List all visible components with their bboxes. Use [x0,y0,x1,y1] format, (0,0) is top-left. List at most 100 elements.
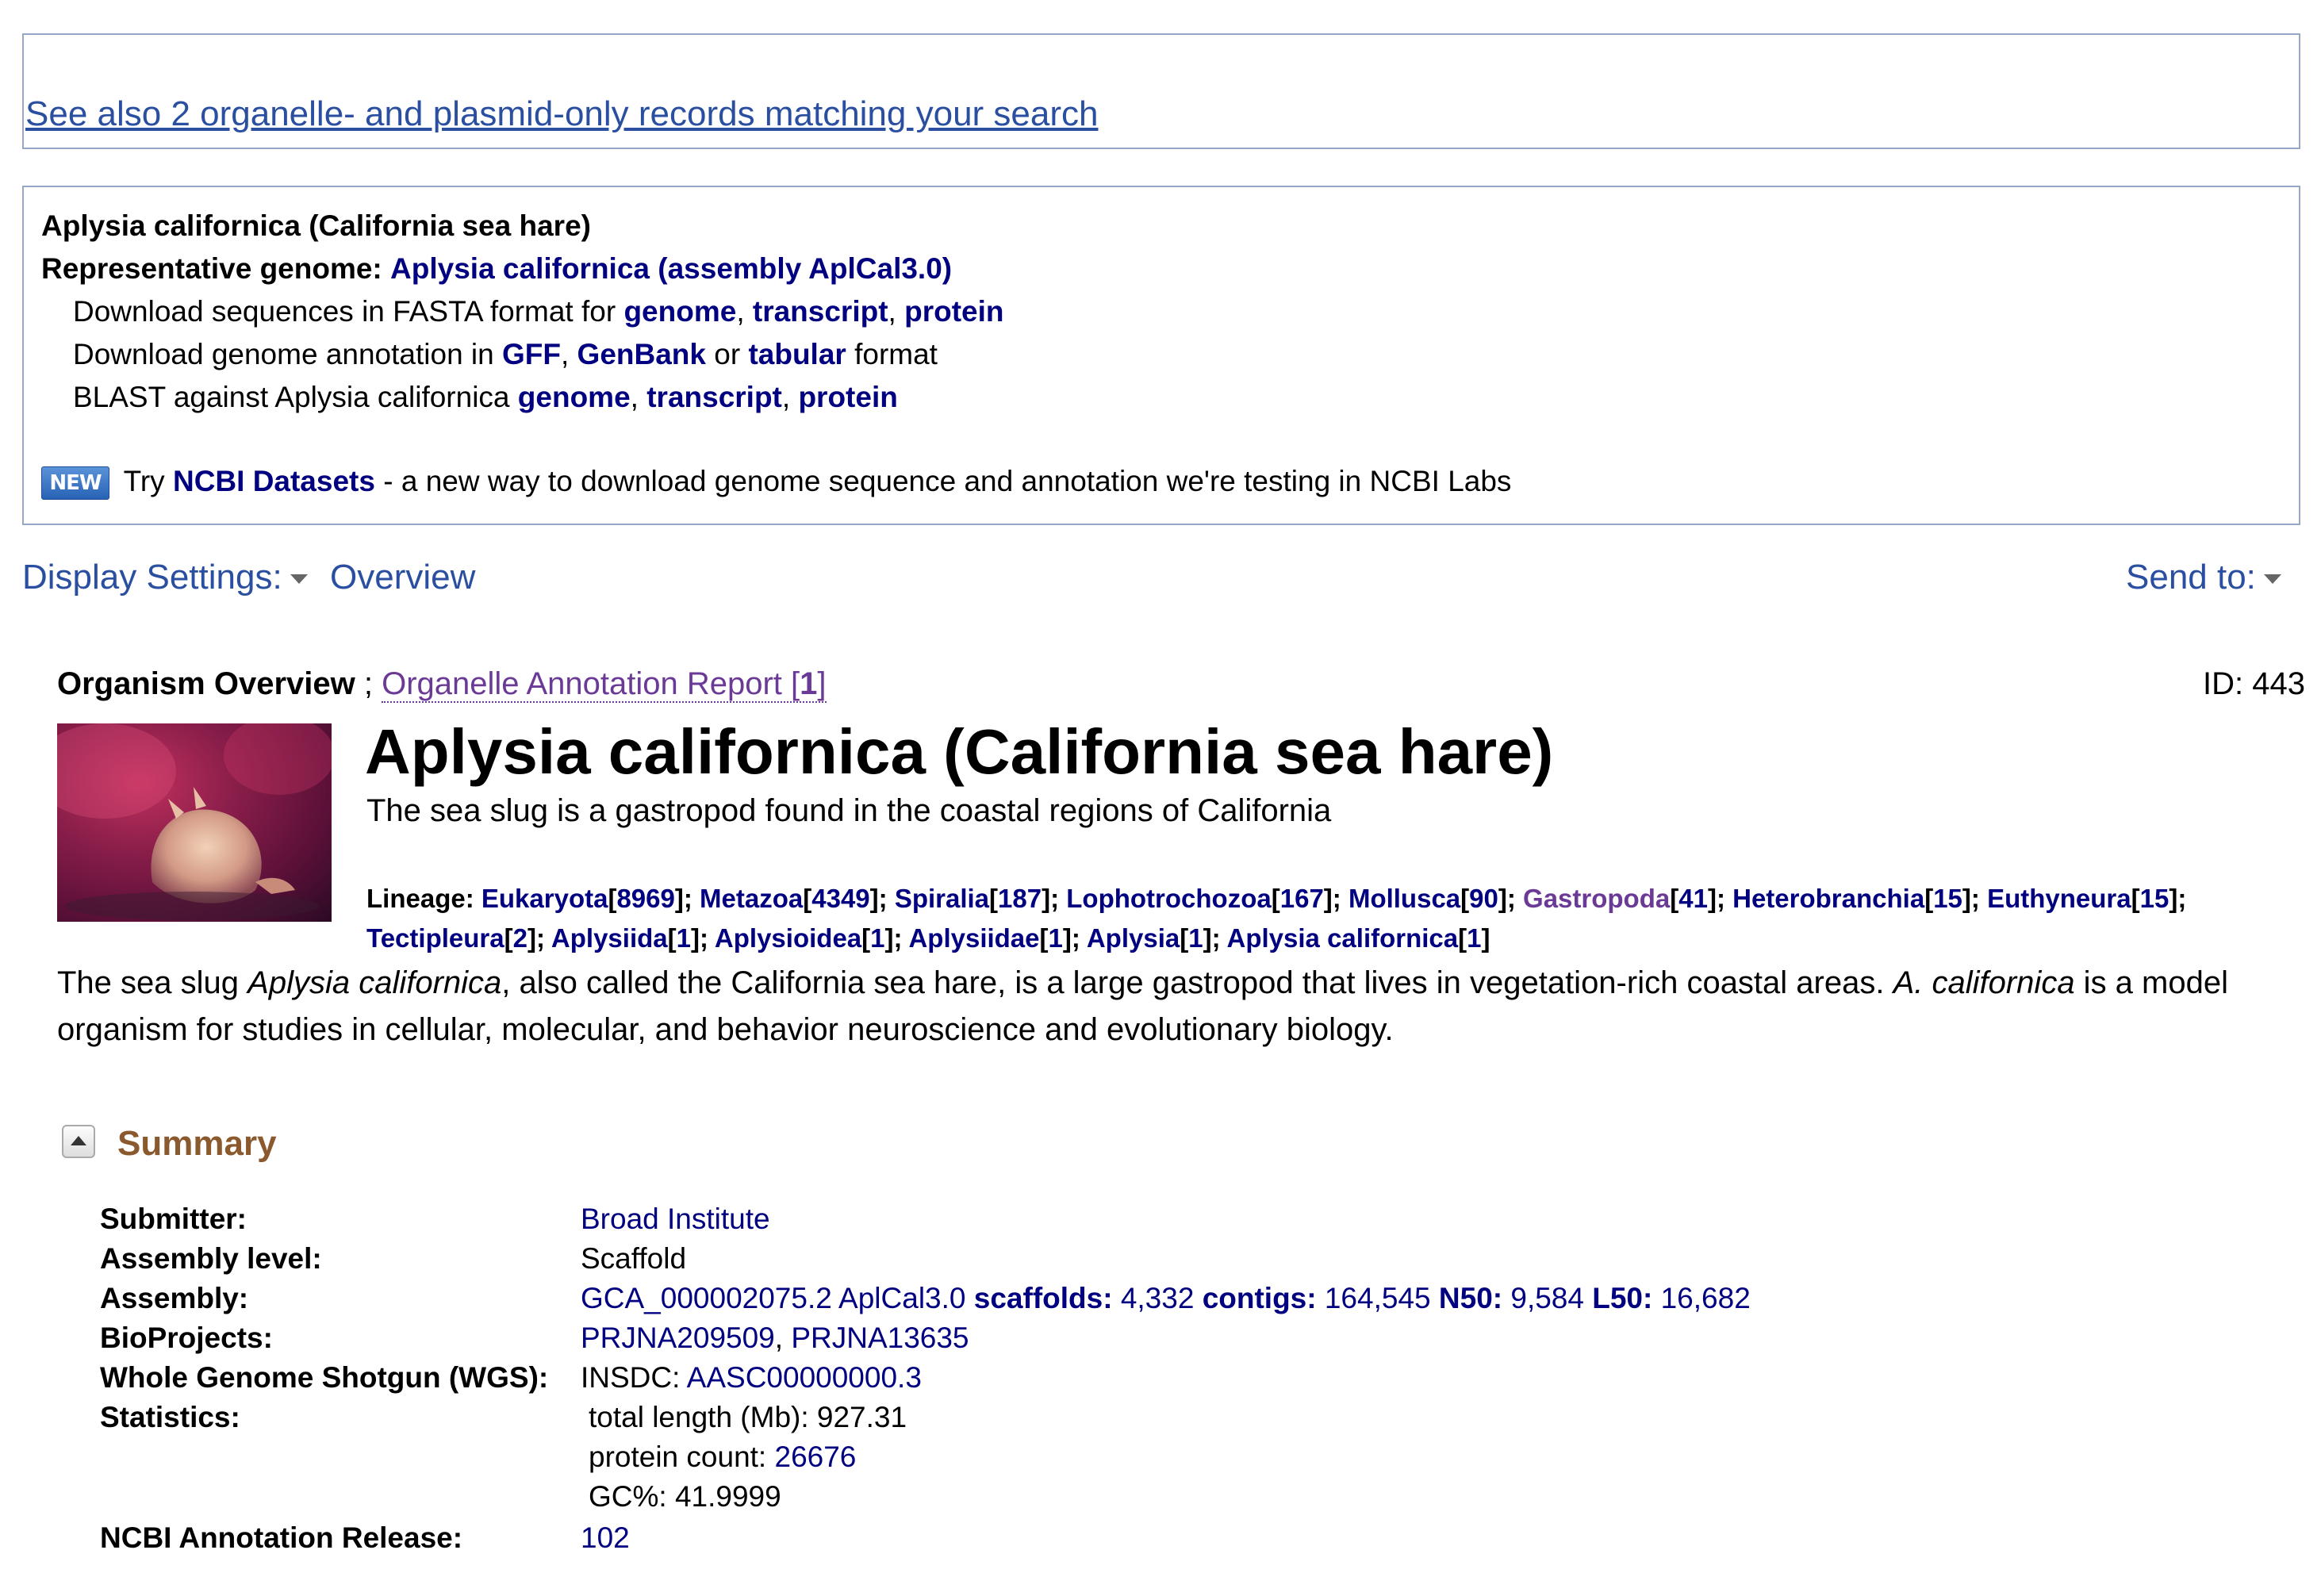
blast-prefix: BLAST against Aplysia californica [73,381,510,413]
lineage-list: Eukaryota[8969]; Metazoa[4349]; Spiralia… [366,884,2187,953]
lineage-link[interactable]: Aplysioidea [715,923,861,953]
wgs-key: Whole Genome Shotgun (WGS): [100,1361,549,1394]
rep-genome-label: Representative genome: [41,252,382,285]
n50-key: N50: [1438,1282,1503,1314]
lineage-count[interactable]: 167 [1280,884,1324,913]
blast-line: BLAST against Aplysia californica genome… [73,381,898,413]
organism-photo [57,723,332,922]
lineage-count[interactable]: 2 [513,923,528,953]
lineage-count[interactable]: 15 [2140,884,2169,913]
l50-key: L50: [1592,1282,1653,1314]
contigs-key: contigs: [1202,1282,1317,1314]
lineage-link[interactable]: Euthyneura [1987,884,2131,913]
fasta-line: Download sequences in FASTA format for g… [73,295,1004,328]
annot-genbank-link[interactable]: GenBank [577,338,706,370]
bioproject-link-1[interactable]: PRJNA209509 [581,1322,775,1354]
annot-gff-link[interactable]: GFF [502,338,561,370]
send-to-label: Send to: [2126,558,2256,597]
send-to-menu[interactable]: Send to: [2126,560,2281,595]
desc-species-abbrev: A. californica [1893,965,2075,1000]
lineage-link[interactable]: Metazoa [700,884,803,913]
lineage-count[interactable]: 187 [998,884,1042,913]
rep-genome-line: Representative genome: Aplysia californi… [41,254,952,283]
lineage-count[interactable]: 41 [1678,884,1708,913]
blast-genome-link[interactable]: genome [518,381,631,413]
lineage-count[interactable]: 1 [677,923,691,953]
annotation-release-link[interactable]: 102 [581,1523,630,1552]
assembly-level-key: Assembly level: [100,1242,322,1275]
annotation-release-key: NCBI Annotation Release: [100,1521,463,1554]
annot-line: Download genome annotation in GFF, GenBa… [73,338,938,370]
display-settings-label: Display Settings: [22,558,282,597]
total-length: total length (Mb): 927.31 [589,1401,907,1433]
lineage-link[interactable]: Heterobranchia [1732,884,1924,913]
lineage-count[interactable]: 1 [1467,923,1481,953]
ncbi-datasets-link[interactable]: NCBI Datasets [173,465,375,497]
tab-organism-overview: Organism Overview [57,666,355,701]
chevron-down-icon [2263,574,2281,585]
record-id: ID: 443 [2203,666,2305,701]
wgs-link[interactable]: AASC00000000.3 [687,1361,922,1394]
see-also-link[interactable]: See also 2 organelle- and plasmid-only r… [25,97,1098,132]
lineage-count[interactable]: 4349 [811,884,869,913]
wgs-value: INSDC: AASC00000000.3 [581,1363,922,1392]
fasta-genome-link[interactable]: genome [623,295,736,328]
tab-organelle-annotation-report[interactable]: Organelle Annotation Report [1] [382,666,827,703]
lineage-count[interactable]: 1 [870,923,884,953]
scaffolds-value: 4,332 [1120,1282,1195,1314]
gc-content: GC%: 41.9999 [589,1480,781,1513]
protein-count-link[interactable]: 26676 [775,1441,857,1473]
bioprojects-value: PRJNA209509, PRJNA13635 [581,1322,969,1354]
annot-prefix: Download genome annotation in [73,338,494,370]
lineage-link[interactable]: Aplysiidae [908,923,1039,953]
lineage-link[interactable]: Aplysia californica [1227,923,1459,953]
lineage-label: Lineage: [366,884,474,913]
datasets-line: NEW Try NCBI Datasets - a new way to dow… [41,465,1512,501]
fasta-prefix: Download sequences in FASTA format for [73,295,616,328]
assembly-key: Assembly: [100,1282,249,1314]
overview-label: Overview [330,558,476,597]
statistics-key: Statistics: [100,1401,240,1433]
annot-or: or [714,338,741,370]
organism-subtitle: The sea slug is a gastropod found in the… [366,793,1332,828]
summary-title: Summary [117,1124,277,1163]
lineage-count[interactable]: 1 [1049,923,1063,953]
l50-value: 16,682 [1660,1282,1751,1314]
submitter-link[interactable]: Broad Institute [581,1204,770,1233]
assembly-link[interactable]: GCA_000002075.2 AplCal3.0 [581,1282,965,1314]
desc-species-name: Aplysia californica [247,965,502,1000]
lineage-link[interactable]: Aplysia [1087,923,1180,953]
fasta-protein-link[interactable]: protein [904,295,1003,328]
protein-count-label: protein count: [589,1441,767,1473]
rep-genome-link[interactable]: Aplysia californica (assembly AplCal3.0) [390,252,952,285]
lineage-link[interactable]: Mollusca [1348,884,1460,913]
lineage-link[interactable]: Gastropoda [1523,884,1670,913]
annot-suffix: format [854,338,938,370]
tab-organelle-label: Organelle Annotation Report [382,666,782,701]
lineage-link[interactable]: Lophotrochozoa [1066,884,1271,913]
bioproject-link-2[interactable]: PRJNA13635 [791,1322,969,1354]
genome-box: Aplysia californica (California sea hare… [22,186,2300,525]
summary-toggle-button[interactable] [62,1125,95,1158]
blast-transcript-link[interactable]: transcript [646,381,782,413]
genome-organism: Aplysia californica (California sea hare… [41,209,591,242]
lineage-count[interactable]: 1 [1188,923,1203,953]
lineage-link[interactable]: Tectipleura [366,923,504,953]
datasets-rest: - a new way to download genome sequence … [383,465,1512,497]
lineage-link[interactable]: Spiralia [895,884,989,913]
organism-description: The sea slug Aplysia californica, also c… [57,960,2315,1053]
lineage-count[interactable]: 90 [1469,884,1498,913]
lineage-count[interactable]: 8969 [616,884,674,913]
contigs-value: 164,545 [1324,1282,1431,1314]
see-also-box: See also 2 organelle- and plasmid-only r… [22,33,2300,149]
desc-part-1: The sea slug [57,965,248,1000]
display-settings-menu[interactable]: Display Settings: [22,560,308,595]
lineage-link[interactable]: Aplysiida [551,923,668,953]
protein-count-line: protein count: 26676 [589,1442,856,1471]
lineage-link[interactable]: Eukaryota [481,884,608,913]
annot-tabular-link[interactable]: tabular [748,338,846,370]
blast-protein-link[interactable]: protein [798,381,897,413]
assembly-level-value: Scaffold [581,1242,687,1275]
lineage-count[interactable]: 15 [1933,884,1962,913]
fasta-transcript-link[interactable]: transcript [753,295,888,328]
